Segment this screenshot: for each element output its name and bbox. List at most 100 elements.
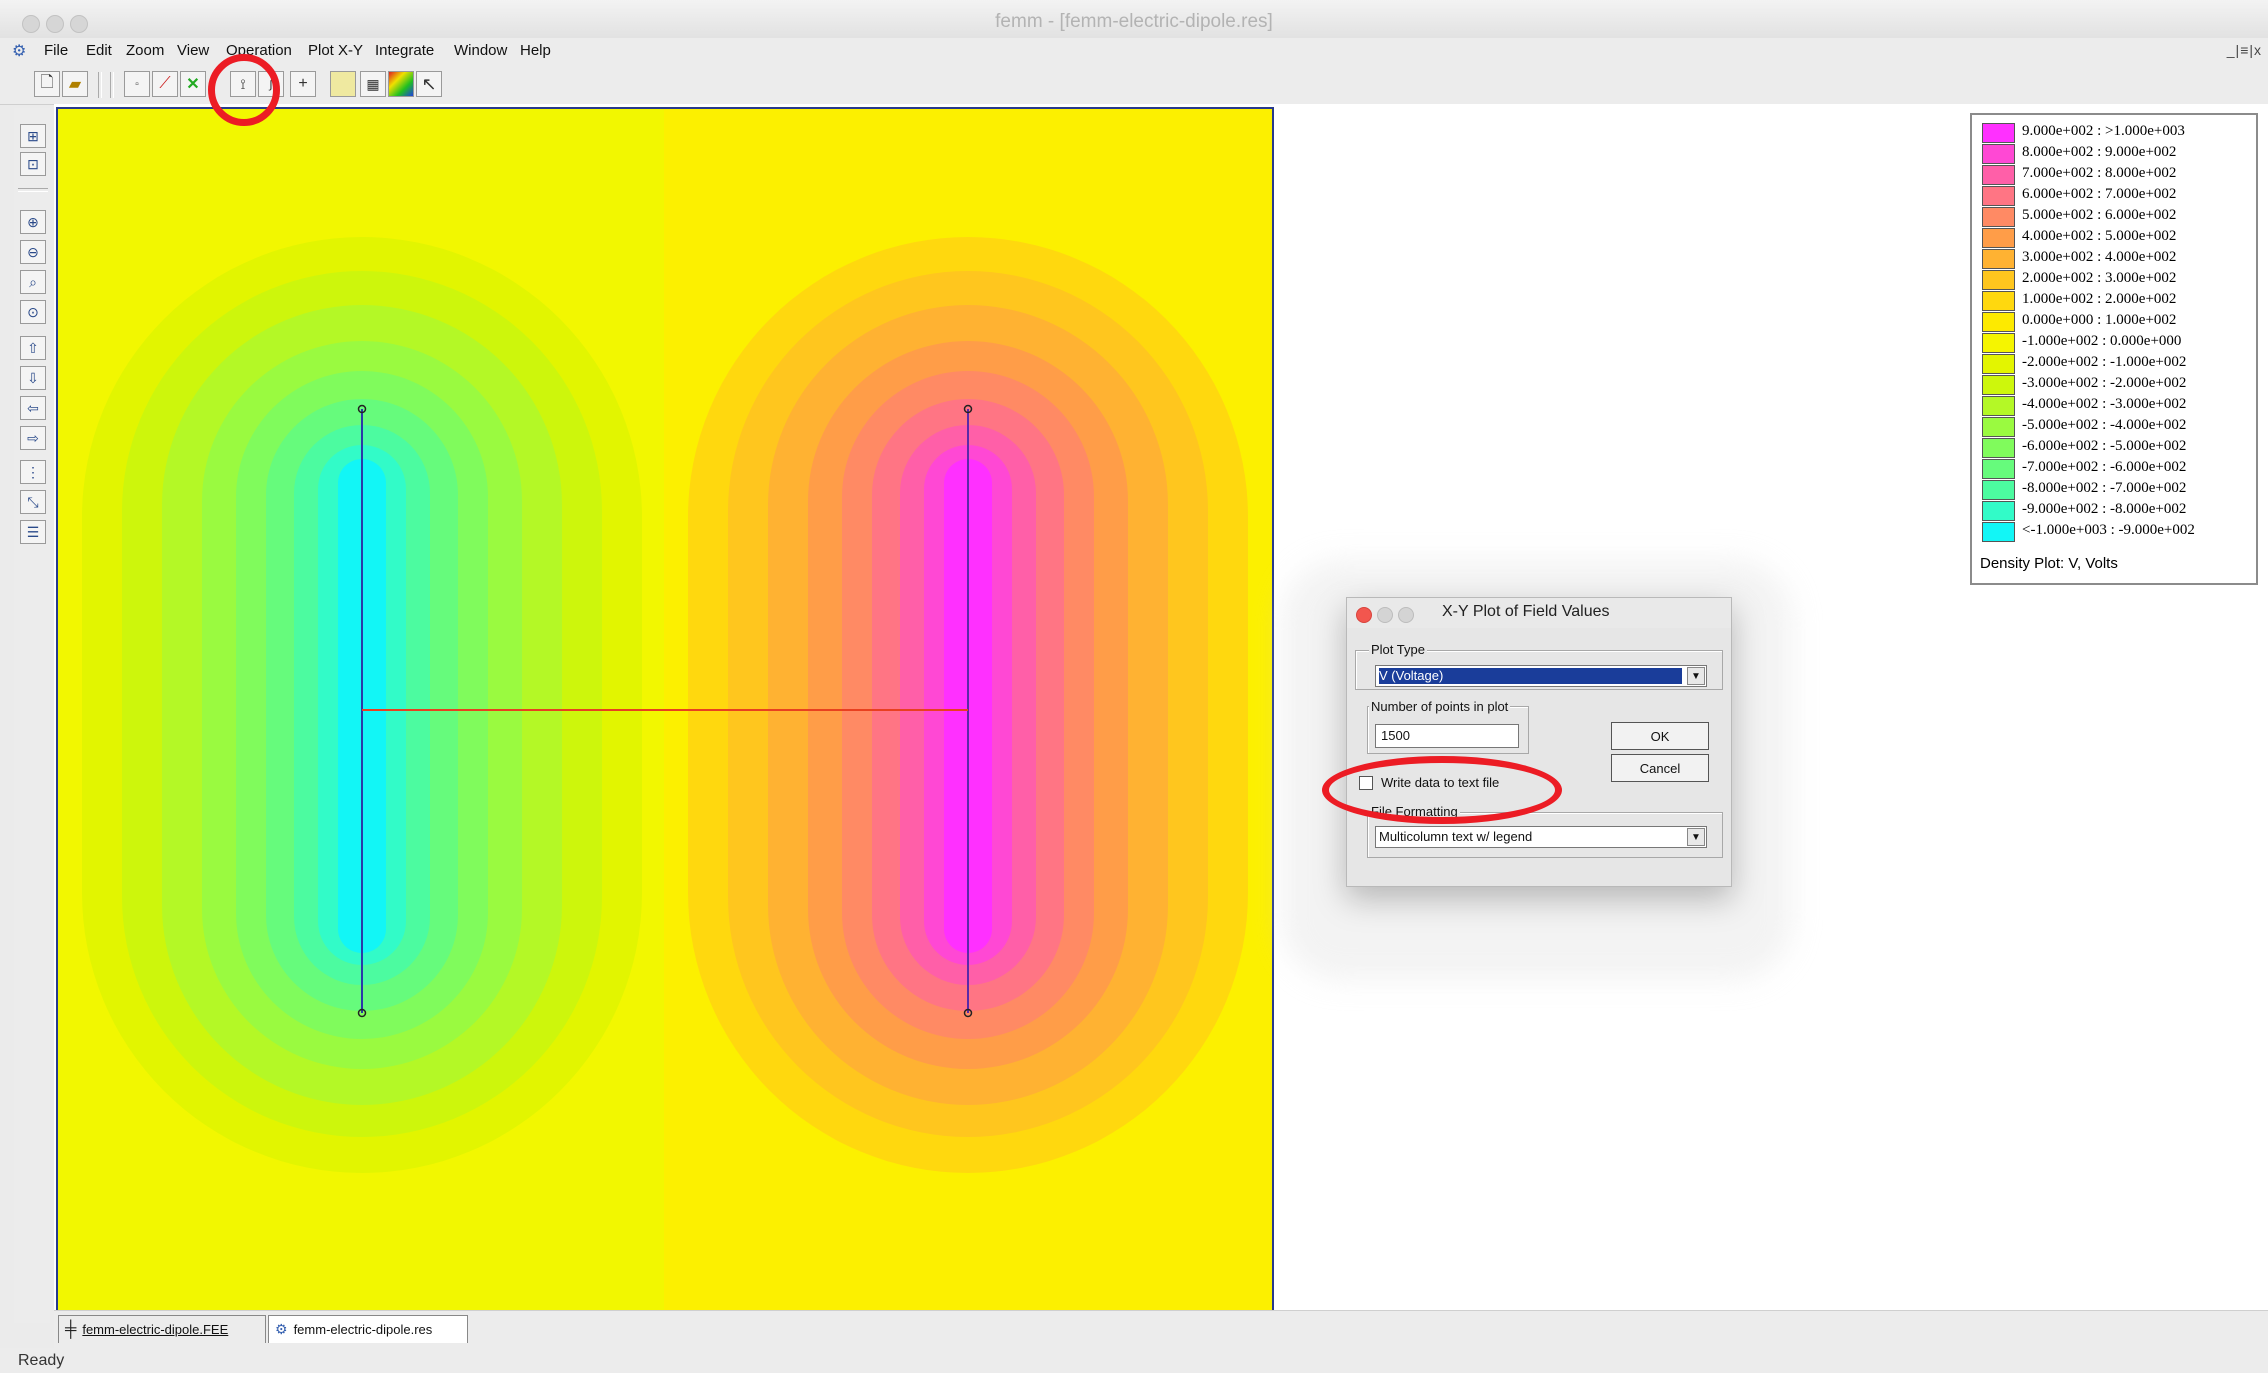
- legend-label: -1.000e+002 : 0.000e+000: [2022, 333, 2182, 349]
- legend-label: 5.000e+002 : 6.000e+002: [2022, 207, 2177, 223]
- menu-view[interactable]: View: [177, 42, 209, 59]
- menu-help[interactable]: Help: [520, 42, 551, 59]
- legend-label: 2.000e+002 : 3.000e+002: [2022, 270, 2177, 286]
- left-toolbar: ⊞ ⊡ ⊕ ⊖ ⌕ ⊙ ⇧ ⇩ ⇦ ⇨ ⋮ ⤡ ☰: [14, 108, 50, 1323]
- show-grid-icon[interactable]: ⋮: [20, 460, 46, 484]
- zoom-in-icon[interactable]: ⊕: [20, 210, 46, 234]
- file-format-select[interactable]: Multicolumn text w/ legend ▼: [1375, 826, 1707, 848]
- legend-swatch: [1982, 207, 2015, 227]
- legend-row: 3.000e+002 : 4.000e+002: [1982, 248, 2252, 269]
- new-file-icon[interactable]: 🗋: [34, 71, 60, 97]
- dialog-minimize-button[interactable]: [1377, 607, 1393, 623]
- tab-res-file[interactable]: ⚙ femm-electric-dipole.res: [268, 1315, 468, 1343]
- density-legend: 9.000e+002 : >1.000e+003 8.000e+002 : 9.…: [1970, 113, 2258, 585]
- main-toolbar: 🗋 ▰ ▫ ⟋ ✕ ⟟ ∫ + ▦ ↖: [0, 66, 2268, 105]
- menu-edit[interactable]: Edit: [86, 42, 112, 59]
- dialog-zoom-button[interactable]: [1398, 607, 1414, 623]
- vector-plot-icon[interactable]: ↖: [416, 71, 442, 97]
- legend-swatch: [1982, 480, 2015, 500]
- chevron-down-icon[interactable]: ▼: [1687, 667, 1705, 685]
- plot-type-select[interactable]: V (Voltage) ▼: [1375, 665, 1707, 687]
- legend-swatch: [1982, 459, 2015, 479]
- legend-label: -9.000e+002 : -8.000e+002: [2022, 501, 2187, 517]
- menu-integrate[interactable]: Integrate: [375, 42, 434, 59]
- legend-swatch: [1982, 354, 2015, 374]
- legend-swatch: [1982, 438, 2015, 458]
- toolbar-separator: [110, 72, 114, 98]
- cancel-button[interactable]: Cancel: [1611, 754, 1709, 782]
- legend-label: 6.000e+002 : 7.000e+002: [2022, 186, 2177, 202]
- legend-swatch: [1982, 312, 2015, 332]
- density-plot-icon[interactable]: [388, 71, 414, 97]
- annotation-ellipse-write-data: [1322, 756, 1562, 824]
- toolbar-separator: [18, 188, 48, 192]
- legend-row: 8.000e+002 : 9.000e+002: [1982, 143, 2252, 164]
- chevron-down-icon[interactable]: ▼: [1687, 828, 1705, 846]
- xy-plot-dialog: X-Y Plot of Field Values Plot Type V (Vo…: [1346, 597, 1732, 887]
- legend-label: 7.000e+002 : 8.000e+002: [2022, 165, 2177, 181]
- pan-up-icon[interactable]: ⇧: [20, 336, 46, 360]
- legend-swatch: [1982, 123, 2015, 143]
- zoom-window-icon[interactable]: ⊙: [20, 300, 46, 324]
- zoom-out-icon[interactable]: ⊖: [20, 240, 46, 264]
- legend-row: -2.000e+002 : -1.000e+002: [1982, 353, 2252, 374]
- add-point-icon[interactable]: +: [290, 71, 316, 97]
- legend-swatch: [1982, 291, 2015, 311]
- tab-fee-file[interactable]: ╪ femm-electric-dipole.FEE: [58, 1315, 266, 1343]
- legend-label: -3.000e+002 : -2.000e+002: [2022, 375, 2187, 391]
- density-plot-canvas[interactable]: [56, 107, 1274, 1314]
- legend-caption: Density Plot: V, Volts: [1980, 555, 2118, 572]
- legend-row: 9.000e+002 : >1.000e+003: [1982, 122, 2252, 143]
- pan-right-icon[interactable]: ⇨: [20, 426, 46, 450]
- legend-row: -3.000e+002 : -2.000e+002: [1982, 374, 2252, 395]
- snap-to-grid-icon[interactable]: ⤡: [20, 490, 46, 514]
- legend-swatch: [1982, 165, 2015, 185]
- show-mesh-icon[interactable]: [330, 71, 356, 97]
- annotation-circle-plot-xy: [208, 54, 280, 126]
- legend-swatch: [1982, 375, 2015, 395]
- dialog-close-button[interactable]: [1356, 607, 1372, 623]
- legend-row: -5.000e+002 : -4.000e+002: [1982, 416, 2252, 437]
- show-points-icon[interactable]: ⊡: [20, 152, 46, 176]
- ok-button[interactable]: OK: [1611, 722, 1709, 750]
- pan-down-icon[interactable]: ⇩: [20, 366, 46, 390]
- legend-label: -4.000e+002 : -3.000e+002: [2022, 396, 2187, 412]
- contour-plot-icon[interactable]: ▦: [360, 71, 386, 97]
- legend-row: -6.000e+002 : -5.000e+002: [1982, 437, 2252, 458]
- legend-row: 4.000e+002 : 5.000e+002: [1982, 227, 2252, 248]
- contour-mode-icon[interactable]: ⟋: [152, 71, 178, 97]
- legend-swatch: [1982, 522, 2015, 542]
- legend-row: -9.000e+002 : -8.000e+002: [1982, 500, 2252, 521]
- menu-plot-xy[interactable]: Plot X-Y: [308, 42, 363, 59]
- menu-file[interactable]: File: [44, 42, 68, 59]
- pan-left-icon[interactable]: ⇦: [20, 396, 46, 420]
- legend-row: 0.000e+000 : 1.000e+002: [1982, 311, 2252, 332]
- dialog-title: X-Y Plot of Field Values: [1442, 603, 1610, 620]
- toolbar-separator: [98, 72, 102, 98]
- show-block-labels-icon[interactable]: ⊞: [20, 124, 46, 148]
- plot-type-value: V (Voltage): [1379, 668, 1682, 684]
- legend-row: -4.000e+002 : -3.000e+002: [1982, 395, 2252, 416]
- legend-swatch: [1982, 228, 2015, 248]
- menu-window[interactable]: Window: [454, 42, 507, 59]
- legend-row: -8.000e+002 : -7.000e+002: [1982, 479, 2252, 500]
- legend-row: 6.000e+002 : 7.000e+002: [1982, 185, 2252, 206]
- legend-label: 9.000e+002 : >1.000e+003: [2022, 123, 2185, 139]
- window-title: femm - [femm-electric-dipole.res]: [995, 11, 1273, 32]
- legend-row: 1.000e+002 : 2.000e+002: [1982, 290, 2252, 311]
- open-folder-icon[interactable]: ▰: [62, 71, 88, 97]
- menu-bar: ⚙ File Edit Zoom View Operation Plot X-Y…: [0, 38, 2268, 66]
- legend-row: -1.000e+002 : 0.000e+000: [1982, 332, 2252, 353]
- zoom-natural-icon[interactable]: ⌕: [20, 270, 46, 294]
- area-mode-icon[interactable]: ✕: [180, 71, 206, 97]
- menu-zoom[interactable]: Zoom: [126, 42, 164, 59]
- dialog-title-bar[interactable]: X-Y Plot of Field Values: [1347, 598, 1731, 628]
- mdi-window-controls[interactable]: _|≡|x: [2227, 42, 2262, 58]
- legend-label: -8.000e+002 : -7.000e+002: [2022, 480, 2187, 496]
- set-grid-icon[interactable]: ☰: [20, 520, 46, 544]
- legend-swatch: [1982, 144, 2015, 164]
- legend-swatch: [1982, 333, 2015, 353]
- point-mode-icon[interactable]: ▫: [124, 71, 150, 97]
- points-input[interactable]: 1500: [1375, 724, 1519, 748]
- status-bar: Ready: [0, 1348, 2268, 1373]
